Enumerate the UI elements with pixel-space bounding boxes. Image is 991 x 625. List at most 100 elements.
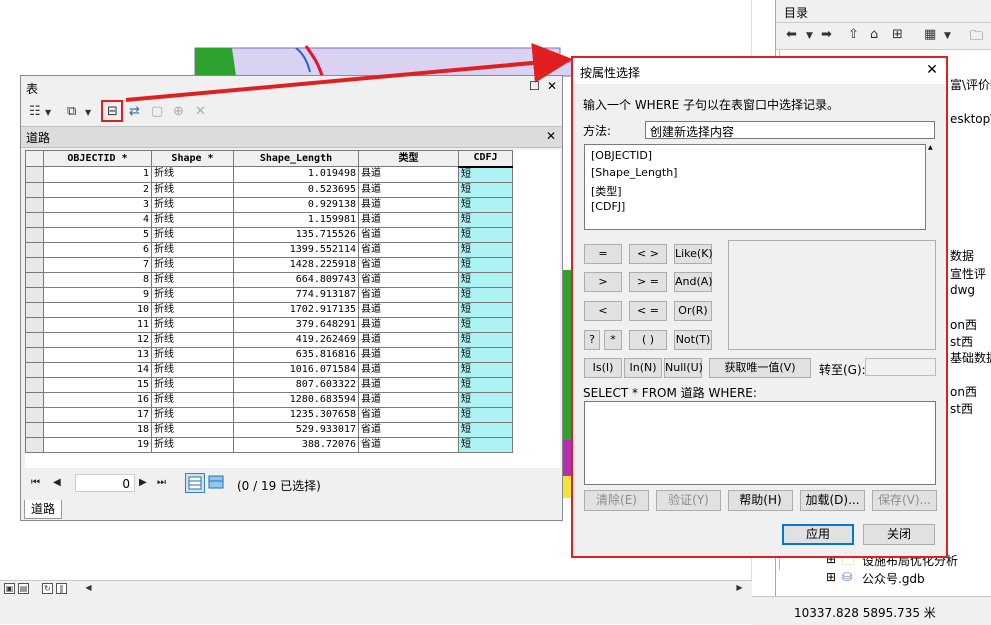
table-row[interactable]: 2 折线 0.523695 县道短	[25, 181, 513, 198]
table-row[interactable]: 12 折线 419.262469 县道短	[25, 331, 513, 348]
table-cell[interactable]: 折线	[151, 436, 234, 453]
data-view-icon[interactable]: ▣	[4, 583, 15, 594]
field-item[interactable]: [Shape_Length]	[591, 166, 677, 179]
table-cell[interactable]: 县道	[358, 196, 459, 213]
table-options-icon[interactable]: ☷	[29, 104, 41, 119]
table-cell[interactable]: 省道	[358, 271, 459, 288]
table-cell[interactable]: 419.262469	[233, 331, 359, 348]
row-selector[interactable]	[25, 196, 44, 213]
row-selector[interactable]	[25, 226, 44, 243]
table-options-dropdown-icon[interactable]: ▼	[45, 108, 51, 117]
clear-selection-icon[interactable]: ▢	[151, 104, 163, 119]
table-cell[interactable]: 短	[458, 226, 513, 243]
wildcard-question-button[interactable]: ?	[584, 330, 600, 350]
table-cell[interactable]: 折线	[151, 271, 234, 288]
close-icon[interactable]: ✕	[923, 61, 941, 79]
not-equals-button[interactable]: < >	[629, 244, 667, 264]
table-cell[interactable]: 短	[458, 376, 513, 393]
column-header[interactable]: 类型	[358, 150, 459, 167]
table-cell[interactable]: 16	[43, 391, 152, 408]
row-selector[interactable]	[25, 301, 44, 318]
get-unique-values-button[interactable]: 获取唯一值(V)	[709, 358, 811, 378]
table-cell[interactable]: 8	[43, 271, 152, 288]
table-cell[interactable]: 短	[458, 316, 513, 333]
catalog-text[interactable]: 富\评价新	[950, 76, 991, 93]
table-window-title-bar[interactable]: 表 ☐ ✕	[21, 76, 562, 98]
table-cell[interactable]: 短	[458, 241, 513, 258]
catalog-text[interactable]: dwg	[950, 283, 975, 297]
greater-equal-button[interactable]: > =	[629, 272, 667, 292]
equals-button[interactable]: =	[584, 244, 622, 264]
table-row[interactable]: 14 折线 1016.071584 县道短	[25, 361, 513, 378]
close-button[interactable]: 关闭	[863, 524, 935, 545]
table-cell[interactable]: 1016.071584	[233, 361, 359, 378]
table-cell[interactable]: 折线	[151, 181, 234, 198]
field-item[interactable]: [类型]	[591, 183, 622, 199]
new-folder-icon[interactable]: 🗀	[970, 27, 983, 49]
table-cell[interactable]: 18	[43, 421, 152, 438]
table-cell[interactable]: 短	[458, 301, 513, 318]
catalog-text[interactable]: esktop\	[950, 112, 991, 126]
table-row[interactable]: 15 折线 807.603322 县道短	[25, 376, 513, 393]
row-selector[interactable]	[25, 241, 44, 258]
up-level-icon[interactable]: ⇧	[848, 27, 859, 42]
table-row[interactable]: 19 折线 388.72076 省道短	[25, 436, 513, 453]
row-selector[interactable]	[25, 406, 44, 423]
table-cell[interactable]: 县道	[358, 331, 459, 348]
row-selector[interactable]	[25, 376, 44, 393]
dialog-title-bar[interactable]: 按属性选择 ✕	[573, 58, 946, 84]
next-record-icon[interactable]: ▶	[139, 477, 147, 488]
catalog-text[interactable]: st西	[950, 400, 973, 417]
load-button[interactable]: 加载(D)...	[800, 490, 865, 511]
catalog-text[interactable]: 数据	[950, 247, 974, 264]
table-cell[interactable]: 短	[458, 256, 513, 273]
table-cell[interactable]: 省道	[358, 421, 459, 438]
column-header[interactable]: OBJECTID *	[43, 150, 152, 167]
method-select[interactable]: 创建新选择内容 ⌵	[645, 121, 935, 139]
table-row[interactable]: 17 折线 1235.307658 省道短	[25, 406, 513, 423]
table-cell[interactable]: 11	[43, 316, 152, 333]
row-selector[interactable]	[25, 256, 44, 273]
table-cell[interactable]: 折线	[151, 286, 234, 303]
table-cell[interactable]: 折线	[151, 406, 234, 423]
table-cell[interactable]: 折线	[151, 316, 234, 333]
table-row[interactable]: 10 折线 1702.917135 县道短	[25, 301, 513, 318]
table-row[interactable]: 11 折线 379.648291 县道短	[25, 316, 513, 333]
column-header[interactable]: Shape *	[151, 150, 234, 167]
table-cell[interactable]: 短	[458, 331, 513, 348]
table-cell[interactable]: 379.648291	[233, 316, 359, 333]
view-options-icon[interactable]: ▦	[924, 27, 936, 42]
greater-than-button[interactable]: >	[584, 272, 622, 292]
attribute-grid[interactable]: OBJECTID * Shape * Shape_Length 类型 CDFJ …	[25, 150, 560, 468]
table-cell[interactable]: 县道	[358, 316, 459, 333]
like-button[interactable]: Like(K)	[674, 244, 713, 264]
clear-button[interactable]: 清除(E)	[584, 490, 649, 511]
row-selector[interactable]	[25, 316, 44, 333]
table-cell[interactable]: 县道	[358, 391, 459, 408]
table-row[interactable]: 9 折线 774.913187 省道短	[25, 286, 513, 303]
refresh-icon[interactable]: ↻	[42, 583, 53, 594]
show-selected-records-button[interactable]	[208, 475, 224, 489]
table-cell[interactable]: 省道	[358, 241, 459, 258]
row-selector[interactable]	[25, 286, 44, 303]
less-than-button[interactable]: <	[584, 301, 622, 321]
table-cell[interactable]: 0.929138	[233, 196, 359, 213]
not-button[interactable]: Not(T)	[674, 330, 712, 350]
table-cell[interactable]: 1.019498	[233, 166, 359, 183]
table-row[interactable]: 8 折线 664.809743 省道短	[25, 271, 513, 288]
table-cell[interactable]: 折线	[151, 346, 234, 363]
table-cell[interactable]: 折线	[151, 196, 234, 213]
table-cell[interactable]: 1428.225918	[233, 256, 359, 273]
fields-scrollbar[interactable]: ▲	[928, 144, 938, 230]
table-cell[interactable]: 1399.552114	[233, 241, 359, 258]
table-cell[interactable]: 1	[43, 166, 152, 183]
table-cell[interactable]: 县道	[358, 301, 459, 318]
null-button[interactable]: Null(U)	[664, 358, 703, 378]
row-selector[interactable]	[25, 211, 44, 228]
table-cell[interactable]: 1235.307658	[233, 406, 359, 423]
table-cell[interactable]: 短	[458, 211, 513, 228]
back-arrow-icon[interactable]: ⬅	[786, 27, 797, 42]
table-row[interactable]: 18 折线 529.933017 省道短	[25, 421, 513, 438]
wildcard-star-button[interactable]: *	[604, 330, 622, 350]
table-cell[interactable]: 1702.917135	[233, 301, 359, 318]
